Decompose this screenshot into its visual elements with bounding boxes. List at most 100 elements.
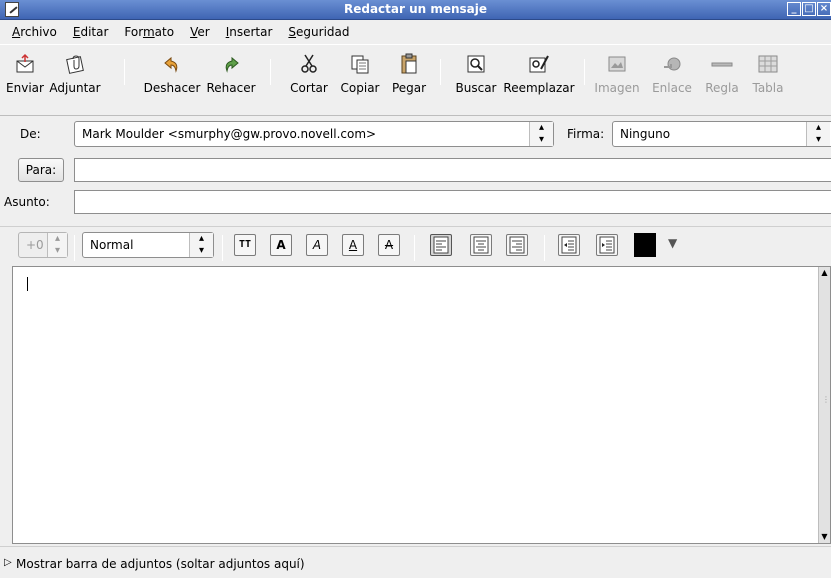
menu-formato[interactable]: Formato [116,21,182,43]
attachment-bar[interactable]: ▷ Mostrar barra de adjuntos (soltar adju… [0,546,831,578]
cut-button[interactable]: Cortar [284,53,334,95]
align-left-icon [433,236,449,254]
redo-arrow-icon [220,53,242,75]
maximize-icon[interactable]: □ [802,2,816,16]
attachment-bar-label[interactable]: Mostrar barra de adjuntos (soltar adjunt… [16,557,305,571]
combo-updown-icon: ▴ ▾ [189,233,213,257]
toolbar-separator [270,59,271,85]
subject-label: Asunto: [4,195,50,209]
insert-table-button[interactable]: Tabla [746,53,790,95]
scroll-grip-icon: ⋮ [822,395,830,404]
image-icon [606,53,628,75]
expander-arrow-icon[interactable]: ▷ [4,557,12,568]
menu-bar: Archivo Editar Formato Ver Insertar Segu… [0,20,831,44]
scroll-down-icon[interactable]: ▼ [819,531,830,543]
underline-button[interactable]: A [342,234,364,256]
send-envelope-icon [14,53,36,75]
signature-combo[interactable]: Ninguno ▴ ▾ [612,121,831,147]
toolbar-separator [584,59,585,85]
combo-updown-icon: ▴ ▾ [529,122,553,146]
insert-image-button[interactable]: Imagen [592,53,642,95]
menu-ver[interactable]: Ver [182,21,218,43]
toolbar-separator [124,59,125,85]
send-button[interactable]: Enviar [4,53,46,95]
text-cursor [27,277,28,291]
format-toolbar: +0 ▴ ▾ Normal ▴ ▾ TT A A A A ▼ [0,226,831,264]
strikethrough-button[interactable]: A [378,234,400,256]
align-center-icon [473,236,489,254]
to-field[interactable] [74,158,831,182]
paste-label: Pegar [391,81,427,95]
attach-button[interactable]: Adjuntar [46,53,104,95]
vertical-scrollbar[interactable]: ▲ ⋮ ▼ [818,267,830,543]
close-icon[interactable]: × [817,2,831,16]
font-size-combo[interactable]: +0 ▴ ▾ [18,232,68,258]
paragraph-style-value: Normal [90,238,134,252]
subject-row: Asunto: [0,189,831,217]
indent-button[interactable] [596,234,618,256]
combo-updown-icon: ▴ ▾ [806,122,830,146]
copy-button[interactable]: Copiar [334,53,386,95]
link-label: Enlace [652,81,692,95]
redo-label: Rehacer [206,81,256,95]
toolbar-separator [440,59,441,85]
menu-archivo[interactable]: Archivo [4,21,65,43]
align-right-button[interactable] [506,234,528,256]
clipboard-paste-icon [398,53,420,75]
align-center-button[interactable] [470,234,492,256]
to-button[interactable]: Para: [18,158,64,182]
title-bar: Redactar un mensaje _ □ × [0,0,831,20]
chevron-down-icon[interactable]: ▼ [668,236,677,250]
replace-button[interactable]: Reemplazar [500,53,578,95]
message-body-editor[interactable]: ▲ ⋮ ▼ [12,266,831,544]
cut-label: Cortar [290,81,328,95]
horizontal-rule-icon [711,53,733,75]
indent-icon [599,236,615,254]
copy-pages-icon [349,53,371,75]
copy-label: Copiar [340,81,380,95]
insert-link-button[interactable]: Enlace [646,53,698,95]
image-label: Imagen [594,81,640,95]
signature-label: Firma: [567,127,605,141]
find-label: Buscar [455,81,497,95]
undo-label: Deshacer [143,81,201,95]
window-title: Redactar un mensaje [343,2,488,16]
paste-button[interactable]: Pegar [386,53,432,95]
scroll-up-icon[interactable]: ▲ [819,267,830,279]
rule-label: Regla [705,81,739,95]
from-account-combo[interactable]: Mark Moulder <smurphy@gw.provo.novell.co… [74,121,554,147]
to-row: Para: [0,157,831,185]
insert-rule-button[interactable]: Regla [700,53,744,95]
from-account-value: Mark Moulder <smurphy@gw.provo.novell.co… [82,127,377,141]
from-label: De: [20,127,41,141]
menu-editar[interactable]: Editar [65,21,117,43]
redo-button[interactable]: Rehacer [204,53,258,95]
menu-seguridad[interactable]: Seguridad [280,21,357,43]
toolbar-separator [74,235,75,261]
toolbar-separator [544,235,545,261]
attach-label: Adjuntar [49,81,101,95]
minimize-icon[interactable]: _ [787,2,801,16]
signature-value: Ninguno [620,127,671,141]
undo-arrow-icon [161,53,183,75]
main-toolbar: Enviar Adjuntar Deshacer Rehacer Cortar … [0,44,831,116]
search-icon [465,53,487,75]
subject-field[interactable] [74,190,831,214]
send-label: Enviar [6,81,44,95]
replace-label: Reemplazar [503,81,575,95]
window-controls: _ □ × [787,2,831,16]
find-button[interactable]: Buscar [452,53,500,95]
text-color-swatch[interactable] [634,233,656,257]
italic-button[interactable]: A [306,234,328,256]
undo-button[interactable]: Deshacer [140,53,204,95]
table-icon [757,53,779,75]
teletype-button[interactable]: TT [234,234,256,256]
link-icon [661,53,683,75]
paragraph-style-combo[interactable]: Normal ▴ ▾ [82,232,214,258]
outdent-button[interactable] [558,234,580,256]
align-right-icon [509,236,525,254]
menu-insertar[interactable]: Insertar [218,21,281,43]
bold-button[interactable]: A [270,234,292,256]
align-left-button[interactable] [430,234,452,256]
toolbar-separator [414,235,415,261]
